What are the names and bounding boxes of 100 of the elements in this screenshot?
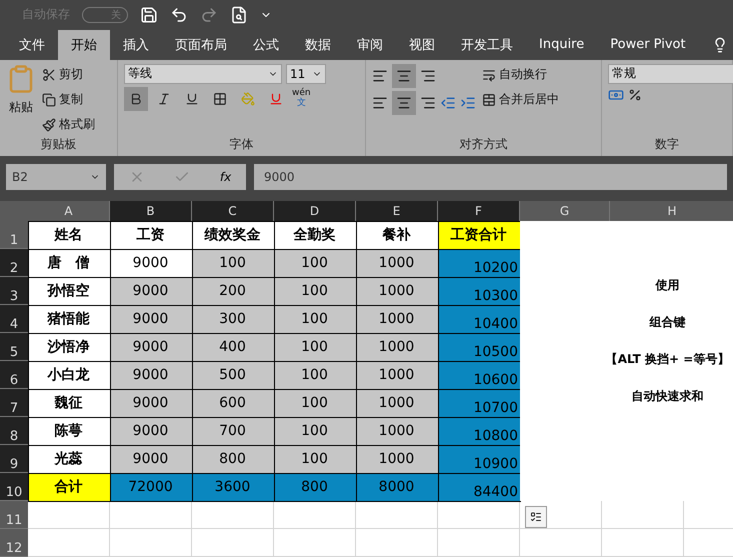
paste-button[interactable]: 粘贴 [9, 96, 33, 119]
ribbon-tab[interactable]: 文件 [6, 30, 58, 60]
table-cell: 100 [274, 361, 357, 390]
table-cell: 光蕊 [28, 445, 111, 474]
table-cell: 100 [274, 277, 357, 306]
row-header[interactable]: 9 [0, 445, 28, 473]
quick-analysis-button[interactable] [525, 506, 547, 528]
row-header[interactable]: 10 [0, 473, 28, 501]
table-cell: 8000 [356, 473, 439, 502]
table-cell: 100 [274, 333, 357, 362]
column-header[interactable]: G [520, 201, 610, 221]
undo-icon [170, 6, 188, 24]
number-format-field[interactable]: 常规 [608, 64, 733, 84]
column-header[interactable]: C [192, 201, 274, 221]
column-header[interactable]: E [356, 201, 438, 221]
ribbon-tab[interactable]: 插入 [110, 30, 162, 60]
table-cell: 3600 [192, 473, 275, 502]
ribbon-tab[interactable]: 公式 [240, 30, 292, 60]
scissors-icon [42, 68, 56, 82]
column-header[interactable]: F [438, 201, 520, 221]
paint-bucket-icon [241, 92, 255, 106]
table-cell: 9000 [110, 389, 193, 418]
row-header[interactable]: 1 [0, 221, 28, 249]
table-cell: 唐 僧 [28, 249, 111, 278]
italic-icon [157, 92, 171, 106]
table-cell: 绩效奖金 [192, 221, 275, 250]
column-header[interactable]: D [274, 201, 356, 221]
table-cell: 9000 [110, 361, 193, 390]
cut-button[interactable]: 剪切 [42, 64, 95, 86]
table-cell: 1000 [356, 277, 439, 306]
ribbon-tab[interactable]: 开始 [58, 30, 110, 60]
save-icon [140, 6, 158, 24]
table-cell: 10200 [438, 249, 521, 278]
function-label[interactable]: fx [220, 170, 232, 184]
table-cell: 餐补 [356, 221, 439, 250]
table-cell: 9000 [110, 445, 193, 474]
underline-icon [185, 92, 199, 106]
table-cell: 工资 [110, 221, 193, 250]
font-name-field[interactable]: 等线 [124, 64, 282, 84]
phonetic-button[interactable]: wén 文 [292, 88, 311, 110]
row-header[interactable]: 12 [0, 529, 28, 557]
row-header[interactable]: 7 [0, 389, 28, 417]
row-header[interactable]: 5 [0, 333, 28, 361]
column-header[interactable]: H [610, 201, 733, 221]
table-cell: 魏征 [28, 389, 111, 418]
ribbon-tab[interactable]: 数据 [292, 30, 344, 60]
table-cell: 10600 [438, 361, 521, 390]
format-painter-button[interactable]: 格式刷 [42, 114, 95, 136]
table-cell: 100 [274, 305, 357, 334]
ribbon-tab[interactable]: 页面布局 [162, 30, 240, 60]
row-header[interactable]: 2 [0, 249, 28, 277]
table-cell: 合计 [28, 473, 111, 502]
table-cell: 1000 [356, 445, 439, 474]
ribbon-tab[interactable]: 开发工具 [448, 30, 526, 60]
row-header[interactable]: 11 [0, 501, 28, 529]
group-label: 对齐方式 [458, 136, 508, 154]
align-center-icon [396, 94, 412, 111]
table-cell: 72000 [110, 473, 193, 502]
row-header[interactable]: 6 [0, 361, 28, 389]
row-header[interactable]: 8 [0, 417, 28, 445]
table-cell: 9000 [110, 417, 193, 446]
ribbon-tab[interactable]: Power Pivot [597, 30, 699, 60]
formula-field[interactable]: 9000 [254, 164, 727, 190]
row-header[interactable]: 4 [0, 305, 28, 333]
bold-icon [129, 92, 143, 106]
table-cell: 全勤奖 [274, 221, 357, 250]
table-cell: 9000 [110, 305, 193, 334]
bold-button[interactable] [124, 86, 148, 111]
table-cell: 10300 [438, 277, 521, 306]
table-cell: 100 [274, 389, 357, 418]
merge-center-button[interactable]: 合并后居中 [482, 88, 559, 111]
row-header[interactable]: 3 [0, 277, 28, 305]
wrap-text-icon [482, 68, 496, 82]
align-right-icon [420, 94, 436, 111]
ribbon-tab[interactable]: 审阅 [344, 30, 396, 60]
table-cell: 工资合计 [438, 221, 521, 250]
table-cell: 700 [192, 417, 275, 446]
table-cell: 300 [192, 305, 275, 334]
copy-button[interactable]: 复制 [42, 88, 95, 111]
table-cell: 800 [274, 473, 357, 502]
table-cell: 400 [192, 333, 275, 362]
ribbon-tab[interactable]: Inquire [526, 30, 598, 60]
note-text: 组合键 [650, 314, 686, 331]
copy-icon [42, 92, 56, 107]
table-cell: 100 [274, 249, 357, 278]
table-cell: 9000 [110, 333, 193, 362]
note-text: 自动快速求和 [632, 388, 704, 405]
table-cell: 沙悟净 [28, 333, 111, 362]
align-top-icon [372, 68, 388, 84]
group-label: 数字 [654, 136, 680, 154]
column-header[interactable]: B [110, 201, 192, 221]
align-left-icon [372, 94, 388, 111]
name-box[interactable]: B2 [6, 164, 106, 190]
column-header[interactable]: A [28, 201, 110, 221]
table-cell: 1000 [356, 389, 439, 418]
table-cell: 小白龙 [28, 361, 111, 390]
ribbon-tab[interactable]: 视图 [396, 30, 448, 60]
font-size-field[interactable]: 11 [286, 64, 326, 84]
table-cell: 孙悟空 [28, 277, 111, 306]
wrap-text-button[interactable]: 自动换行 [482, 64, 559, 86]
